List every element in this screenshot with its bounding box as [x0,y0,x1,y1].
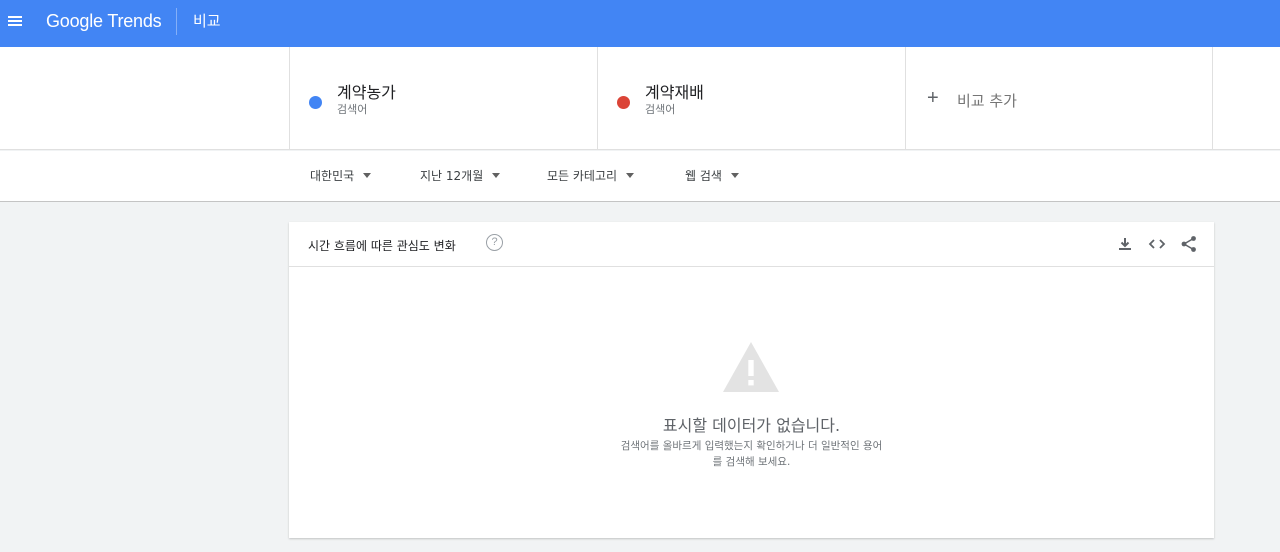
category-dropdown[interactable]: 모든 카테고리 [547,167,635,184]
no-data-title: 표시할 데이터가 없습니다. [662,416,841,435]
caret-down-icon [363,173,372,178]
no-data-description: 검색어를 올바르게 입력했는지 확인하거나 더 일반적인 용어를 검색해 보세요… [620,440,883,468]
search-terms-row: 계약농가 검색어 계약재배 검색어 + 비교 추가 [0,47,1280,150]
header-divider [176,8,177,35]
filter-bar: 대한민국 지난 12개월 모든 카테고리 웹 검색 [0,151,1280,202]
term-2-color-dot [617,96,630,109]
term-1-color-dot [309,96,322,109]
warning-icon [721,340,781,398]
caret-down-icon [730,173,739,178]
google-trends-logo[interactable]: Google Trends [46,11,162,32]
region-dropdown[interactable]: 대한민국 [310,167,372,184]
card-header: 시간 흐름에 따른 관심도 변화 ? [289,222,1214,267]
add-comparison-label: 비교 추가 [957,92,1017,110]
interest-over-time-card: 시간 흐름에 따른 관심도 변화 ? 표시할 데이터가 없습니다. 검색어를 올… [289,222,1214,538]
search-term-2[interactable]: 계약재배 검색어 [597,47,905,150]
menu-icon[interactable] [5,10,27,32]
help-icon[interactable]: ? [486,234,503,251]
search-type-dropdown[interactable]: 웹 검색 [685,167,739,184]
caret-down-icon [626,173,635,178]
share-icon[interactable] [1179,234,1199,254]
plus-icon: + [927,87,939,109]
card-title: 시간 흐름에 따른 관심도 변화 [308,239,456,253]
page-title: 비교 [193,12,221,30]
term-1-type: 검색어 [337,103,368,116]
region-value: 대한민국 [310,169,355,183]
download-icon[interactable] [1115,234,1135,254]
search-type-value: 웹 검색 [685,169,722,183]
category-value: 모든 카테고리 [547,169,618,183]
time-range-dropdown[interactable]: 지난 12개월 [420,167,501,184]
embed-code-icon[interactable] [1147,234,1167,254]
time-range-value: 지난 12개월 [420,169,484,183]
search-term-1[interactable]: 계약농가 검색어 [289,47,597,150]
term-1-name[interactable]: 계약농가 [337,79,396,103]
term-2-name[interactable]: 계약재배 [645,79,704,103]
app-header: Google Trends 비교 [0,0,1280,47]
term-2-type: 검색어 [645,103,676,116]
add-comparison-button[interactable]: + 비교 추가 [905,47,1213,150]
caret-down-icon [492,173,501,178]
